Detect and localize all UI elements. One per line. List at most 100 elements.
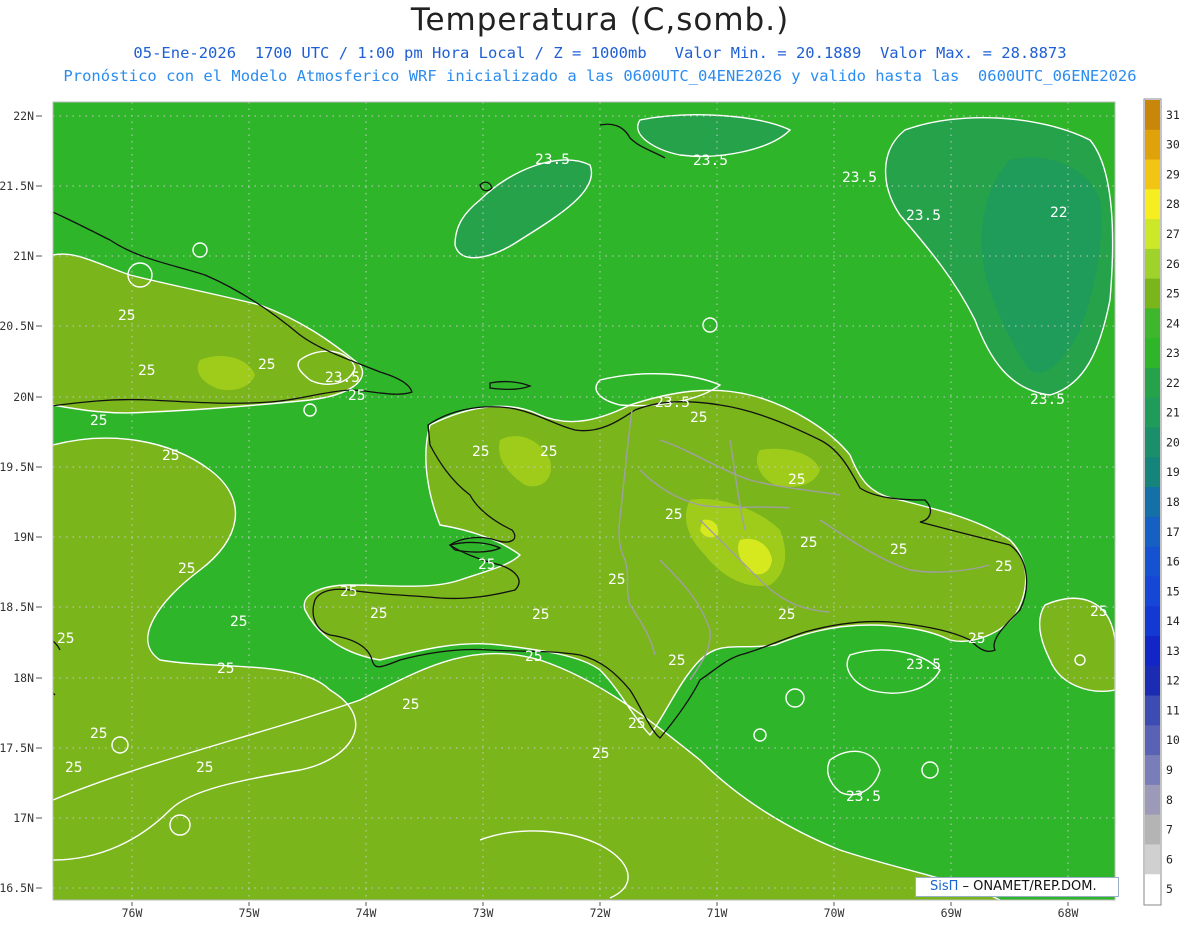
colorbar-swatch: [1145, 427, 1160, 458]
contour-label: 25: [800, 535, 817, 551]
contour-label: 25: [217, 661, 234, 677]
colorbar-label: 31: [1166, 108, 1180, 122]
colorbar-label: 17: [1166, 525, 1180, 539]
lon-label: 76W: [122, 906, 143, 920]
lon-label: 71W: [707, 906, 728, 920]
colorbar-swatch: [1145, 606, 1160, 637]
colorbar-label: 8: [1166, 793, 1173, 807]
colorbar-swatch: [1145, 665, 1160, 697]
colorbar-labels: 31 30 29 28 27 26 25 24 23 22 21 20 19 18 17 16 15 14 13 12…: [1166, 108, 1180, 896]
lat-ticks: [36, 115, 42, 889]
colorbar-swatch: [1145, 636, 1160, 667]
contour-label: 25: [162, 448, 179, 464]
colorbar-label: 25: [1166, 287, 1180, 301]
colorbar-label: 24: [1166, 316, 1180, 330]
contour-label: 25: [540, 444, 557, 460]
colorbar-label: 21: [1166, 406, 1180, 420]
contour-label: 25: [628, 716, 645, 732]
colorbar-swatch: [1145, 755, 1160, 786]
lat-label: 20.5N: [0, 319, 34, 333]
colorbar-swatch: [1145, 368, 1160, 399]
contour-label: 25: [995, 559, 1012, 575]
colorbar-swatch: [1145, 874, 1160, 905]
lat-label: 18.5N: [0, 600, 34, 614]
contour-label: 23.5: [1030, 392, 1065, 408]
colorbar-label: 10: [1166, 733, 1180, 747]
coast-west: [53, 692, 56, 696]
lon-label: 75W: [239, 906, 260, 920]
lon-label: 70W: [824, 906, 845, 920]
lat-label: 22N: [13, 109, 34, 123]
lat-label: 19N: [13, 530, 34, 544]
lat-label: 17.5N: [0, 741, 34, 755]
lat-label: 21.5N: [0, 179, 34, 193]
colorbar-swatches: [1145, 100, 1160, 905]
colorbar: 31 30 29 28 27 26 25 24 23 22 21 20 19 18 17 16 15 14 13 12…: [1143, 98, 1180, 906]
contour-label: 25: [690, 410, 707, 426]
colorbar-swatch: [1145, 516, 1160, 548]
colorbar-label: 6: [1166, 852, 1173, 866]
colorbar-swatch: [1145, 725, 1160, 756]
colorbar-swatch: [1145, 189, 1160, 220]
contour-label: 23.5: [693, 153, 728, 169]
contour-label: 25: [348, 388, 365, 404]
colorbar-label: 9: [1166, 763, 1173, 777]
valid-time-subtitle: 05-Ene-2026 1700 UTC / 1:00 pm Hora Loca…: [133, 44, 1067, 62]
contour-label: 25: [118, 308, 135, 324]
colorbar-label: 15: [1166, 584, 1180, 598]
contour-label: 25: [196, 760, 213, 776]
lon-ticks: [131, 902, 1069, 906]
contour-label: 23.5: [325, 370, 360, 386]
contour-label: 25: [258, 357, 275, 373]
colorbar-label: 23: [1166, 346, 1180, 360]
contour-label: 25: [968, 631, 985, 647]
contour-label: 23.5: [842, 170, 877, 186]
colorbar-label: 22: [1166, 376, 1180, 390]
lat-label: 17N: [13, 811, 34, 825]
contour-label: 25: [65, 760, 82, 776]
colorbar-swatch: [1145, 338, 1160, 369]
colorbar-label: 7: [1166, 823, 1173, 837]
contour-label: 25: [778, 607, 795, 623]
colorbar-label: 26: [1166, 257, 1180, 271]
lat-labels: 22N 21.5N 21N 20.5N 20N 19.5N 19N 18.5N …: [0, 109, 34, 895]
contour-label: 23.5: [846, 789, 881, 805]
colorbar-label: 16: [1166, 555, 1180, 569]
model-run-subtitle: Pronóstico con el Modelo Atmosferico WRF…: [63, 67, 1137, 85]
colorbar-label: 19: [1166, 465, 1180, 479]
colorbar-label: 27: [1166, 227, 1180, 241]
colorbar-label: 30: [1166, 138, 1180, 152]
colorbar-swatch: [1145, 457, 1160, 488]
colorbar-swatch: [1145, 159, 1160, 190]
contour-label: 25: [532, 607, 549, 623]
contour-label: 25: [608, 572, 625, 588]
map-svg: 23.5 23.5 23.5 23.5 22 25 25 23.5 25 23.…: [0, 98, 1180, 920]
contour-label: 25: [478, 557, 495, 573]
contour-label: 25: [472, 444, 489, 460]
contour-label: 25: [90, 726, 107, 742]
colorbar-swatch: [1145, 487, 1160, 518]
lat-label: 21N: [13, 249, 34, 263]
lat-label: 18N: [13, 671, 34, 685]
colorbar-swatch: [1145, 278, 1160, 309]
colorbar-swatch: [1145, 308, 1160, 339]
colorbar-swatch: [1145, 784, 1160, 816]
colorbar-swatch: [1145, 546, 1160, 577]
contour-label: 23.5: [906, 657, 941, 673]
contour-label: 25: [788, 472, 805, 488]
contour-label: 25: [665, 507, 682, 523]
lon-label: 72W: [590, 906, 611, 920]
contour-label: 25: [668, 653, 685, 669]
contour-label: 22: [1050, 205, 1067, 221]
map-title: Temperatura (C,somb.): [410, 2, 790, 38]
lat-label: 20N: [13, 390, 34, 404]
colorbar-label: 5: [1166, 882, 1173, 896]
colorbar-swatch: [1145, 219, 1160, 250]
contour-label: 23.5: [906, 208, 941, 224]
lon-label: 73W: [473, 906, 494, 920]
colorbar-swatch: [1145, 100, 1160, 131]
contour-label: 25: [525, 649, 542, 665]
lat-label: 16.5N: [0, 881, 34, 895]
colorbar-label: 14: [1166, 614, 1180, 628]
colorbar-swatch: [1145, 248, 1160, 280]
